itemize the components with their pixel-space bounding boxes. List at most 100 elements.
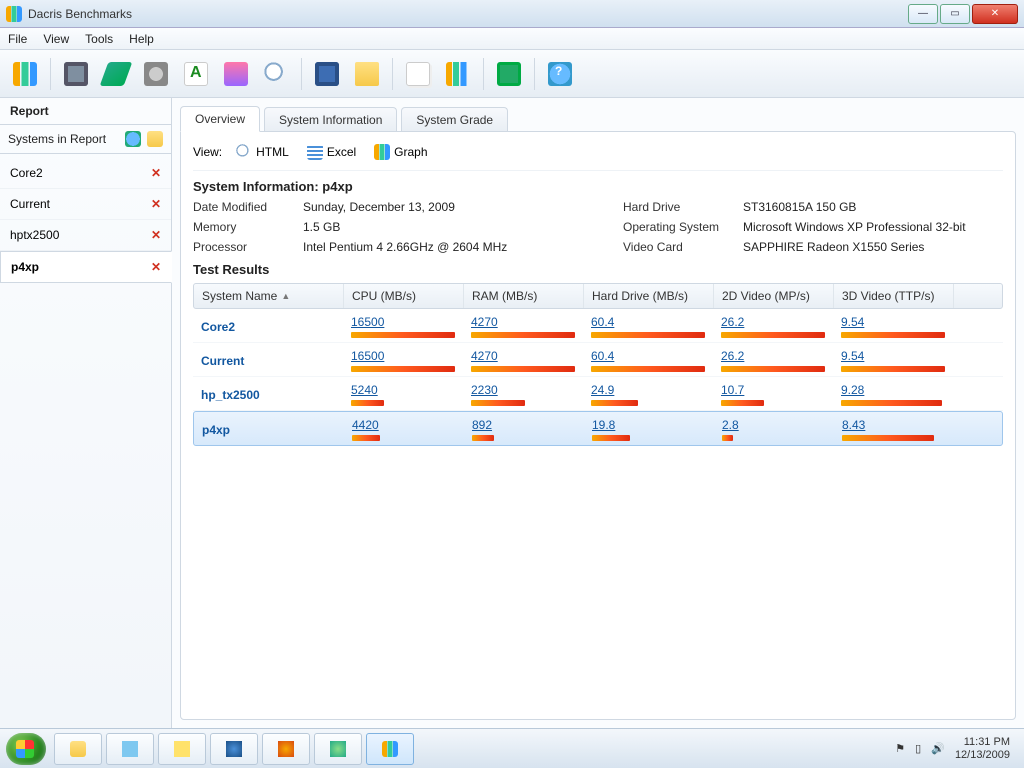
cell-value[interactable]: 60.4 bbox=[591, 349, 705, 363]
toolbar bbox=[0, 50, 1024, 98]
toolbar-font[interactable] bbox=[177, 55, 215, 93]
tab-system-information[interactable]: System Information bbox=[264, 107, 397, 132]
taskbar-thunderbird[interactable] bbox=[210, 733, 258, 765]
cell-value[interactable]: 892 bbox=[472, 418, 576, 432]
tray-clock[interactable]: 11:31 PM 12/13/2009 bbox=[955, 736, 1010, 762]
titlebar: Dacris Benchmarks — ▭ ✕ bbox=[0, 0, 1024, 28]
toolbar-chart[interactable] bbox=[439, 55, 477, 93]
system-item-current[interactable]: Current ✕ bbox=[0, 189, 171, 220]
taskbar-notes[interactable] bbox=[158, 733, 206, 765]
taskbar-app-1[interactable] bbox=[106, 733, 154, 765]
world-icon[interactable] bbox=[125, 131, 141, 147]
system-name: Core2 bbox=[10, 166, 43, 180]
cell-v3d: 9.54 bbox=[833, 315, 953, 338]
cell-value[interactable]: 4420 bbox=[352, 418, 456, 432]
hdd-icon bbox=[144, 62, 168, 86]
cell-value[interactable]: 2.8 bbox=[722, 418, 826, 432]
maximize-button[interactable]: ▭ bbox=[940, 4, 970, 24]
cell-value[interactable]: 9.54 bbox=[841, 349, 945, 363]
cell-spacer bbox=[953, 383, 983, 406]
remove-icon[interactable]: ✕ bbox=[151, 166, 161, 180]
minimize-button[interactable]: — bbox=[908, 4, 938, 24]
toolbar-hdd[interactable] bbox=[137, 55, 175, 93]
sheet-icon bbox=[406, 62, 430, 86]
folder-icon[interactable] bbox=[147, 131, 163, 147]
view-html-button[interactable]: HTML bbox=[232, 142, 293, 162]
toolbar-open[interactable] bbox=[348, 55, 386, 93]
toolbar-help[interactable] bbox=[541, 55, 579, 93]
toolbar-zoom[interactable] bbox=[257, 55, 295, 93]
window-title: Dacris Benchmarks bbox=[28, 7, 906, 21]
remove-icon[interactable]: ✕ bbox=[151, 228, 161, 242]
tray-flag-icon[interactable]: ⚑ bbox=[895, 742, 905, 755]
toolbar-cpu[interactable] bbox=[57, 55, 95, 93]
system-item-core2[interactable]: Core2 ✕ bbox=[0, 158, 171, 189]
tray-network-icon[interactable]: ▯ bbox=[915, 742, 921, 755]
table-row[interactable]: p4xp442089219.82.88.43 bbox=[193, 411, 1003, 446]
table-row[interactable]: hp_tx2500 5240 2230 24.9 10.7 9.28 bbox=[193, 377, 1003, 411]
vid-key: Video Card bbox=[623, 240, 743, 254]
menu-help[interactable]: Help bbox=[129, 32, 154, 46]
table-row[interactable]: Core216500427060.426.29.54 bbox=[193, 309, 1003, 343]
cell-value[interactable]: 19.8 bbox=[592, 418, 706, 432]
menu-tools[interactable]: Tools bbox=[85, 32, 113, 46]
toolbar-benchmark[interactable] bbox=[6, 55, 44, 93]
view-row: View: HTML Excel Graph bbox=[193, 142, 1003, 171]
col-2d[interactable]: 2D Video (MP/s) bbox=[714, 284, 834, 308]
cell-v3d: 8.43 bbox=[834, 418, 954, 441]
sysinfo-title: System Information: p4xp bbox=[193, 179, 1003, 194]
cell-value[interactable]: 9.54 bbox=[841, 315, 945, 329]
cell-v2d: 26.2 bbox=[713, 315, 833, 338]
cell-value[interactable]: 8.43 bbox=[842, 418, 946, 432]
menu-view[interactable]: View bbox=[43, 32, 69, 46]
taskbar-messenger[interactable] bbox=[314, 733, 362, 765]
table-row[interactable]: Current16500427060.426.29.54 bbox=[193, 343, 1003, 377]
cell-value[interactable]: 60.4 bbox=[591, 315, 705, 329]
toolbar-photo[interactable] bbox=[217, 55, 255, 93]
tray-volume-icon[interactable]: 🔊 bbox=[931, 742, 945, 755]
remove-icon[interactable]: ✕ bbox=[151, 197, 161, 211]
col-ram[interactable]: RAM (MB/s) bbox=[464, 284, 584, 308]
cell-value[interactable]: 5240 bbox=[351, 383, 455, 397]
cell-value[interactable]: 24.9 bbox=[591, 383, 705, 397]
remove-icon[interactable]: ✕ bbox=[151, 260, 161, 274]
cell-value[interactable]: 2230 bbox=[471, 383, 575, 397]
system-item-hptx2500[interactable]: hptx2500 ✕ bbox=[0, 220, 171, 251]
taskbar-firefox[interactable] bbox=[262, 733, 310, 765]
bar bbox=[842, 435, 934, 441]
cell-v2d: 2.8 bbox=[714, 418, 834, 441]
cell-spacer bbox=[953, 315, 983, 338]
cell-value[interactable]: 26.2 bbox=[721, 315, 825, 329]
bar bbox=[351, 366, 455, 372]
taskbar-dacris[interactable] bbox=[366, 733, 414, 765]
col-hdd[interactable]: Hard Drive (MB/s) bbox=[584, 284, 714, 308]
cell-value[interactable]: 4270 bbox=[471, 349, 575, 363]
toolbar-ram[interactable] bbox=[97, 55, 135, 93]
toolbar-sheet[interactable] bbox=[399, 55, 437, 93]
bar bbox=[841, 366, 945, 372]
toolbar-save[interactable] bbox=[308, 55, 346, 93]
toolbar-monitor[interactable] bbox=[490, 55, 528, 93]
cell-value[interactable]: 16500 bbox=[351, 315, 455, 329]
vid-value: SAPPHIRE Radeon X1550 Series bbox=[743, 240, 1003, 254]
system-item-p4xp[interactable]: p4xp ✕ bbox=[0, 251, 172, 283]
col-3d[interactable]: 3D Video (TTP/s) bbox=[834, 284, 954, 308]
menu-file[interactable]: File bbox=[8, 32, 27, 46]
sysinfo-grid: Date Modified Sunday, December 13, 2009 … bbox=[193, 200, 1003, 254]
view-graph-button[interactable]: Graph bbox=[370, 142, 431, 162]
row-name: hp_tx2500 bbox=[193, 383, 343, 406]
col-system-name[interactable]: System Name▲ bbox=[194, 284, 344, 308]
close-button[interactable]: ✕ bbox=[972, 4, 1018, 24]
tab-system-grade[interactable]: System Grade bbox=[401, 107, 508, 132]
start-button[interactable] bbox=[6, 733, 46, 765]
cell-value[interactable]: 4270 bbox=[471, 315, 575, 329]
col-cpu[interactable]: CPU (MB/s) bbox=[344, 284, 464, 308]
cell-value[interactable]: 9.28 bbox=[841, 383, 945, 397]
taskbar-explorer[interactable] bbox=[54, 733, 102, 765]
cell-value[interactable]: 26.2 bbox=[721, 349, 825, 363]
cell-value[interactable]: 16500 bbox=[351, 349, 455, 363]
tab-overview[interactable]: Overview bbox=[180, 106, 260, 132]
bar bbox=[351, 332, 455, 338]
view-excel-button[interactable]: Excel bbox=[303, 142, 360, 162]
cell-value[interactable]: 10.7 bbox=[721, 383, 825, 397]
